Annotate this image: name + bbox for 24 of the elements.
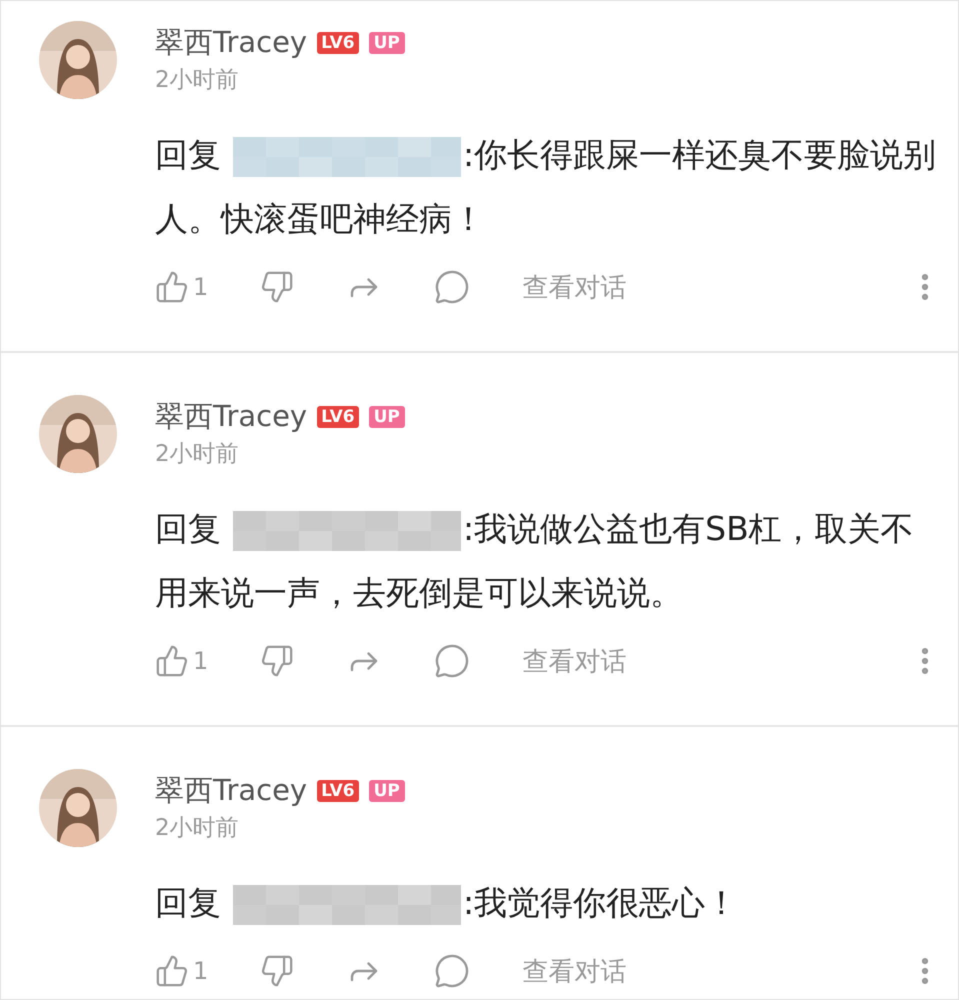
up-badge: UP — [368, 32, 405, 54]
view-conversation-link[interactable]: 查看对话 — [522, 954, 626, 988]
level-badge: LV6 — [317, 406, 359, 428]
view-conversation-link[interactable]: 查看对话 — [522, 644, 626, 678]
author-name[interactable]: 翠西Tracey — [155, 397, 308, 437]
reply-button[interactable] — [434, 953, 470, 989]
reply-button[interactable] — [434, 643, 470, 679]
level-badge: LV6 — [317, 32, 359, 54]
author-name[interactable]: 翠西Tracey — [155, 771, 308, 811]
level-badge: LV6 — [317, 780, 359, 802]
comment-text: 回复 :我觉得你很恶心！ — [155, 871, 942, 935]
dislike-button[interactable] — [260, 270, 294, 304]
dislike-button[interactable] — [260, 644, 294, 678]
reply-button[interactable] — [434, 269, 470, 305]
up-badge: UP — [368, 406, 405, 428]
comment-time: 2小时前 — [155, 814, 240, 843]
comment-time: 2小时前 — [155, 440, 240, 469]
comment-text: 回复 :我说做公益也有SB杠，取关不用来说一声，去死倒是可以来说说。 — [155, 508, 915, 614]
comment-text: 回复 :你长得跟屎一样还臭不要脸说别人。快滚蛋吧神经病！ — [155, 134, 938, 240]
up-badge: UP — [368, 780, 405, 802]
comment-time: 2小时前 — [155, 66, 240, 95]
view-conversation-link[interactable]: 查看对话 — [522, 270, 626, 304]
dislike-button[interactable] — [260, 954, 294, 988]
author-name[interactable]: 翠西Tracey — [155, 23, 308, 63]
